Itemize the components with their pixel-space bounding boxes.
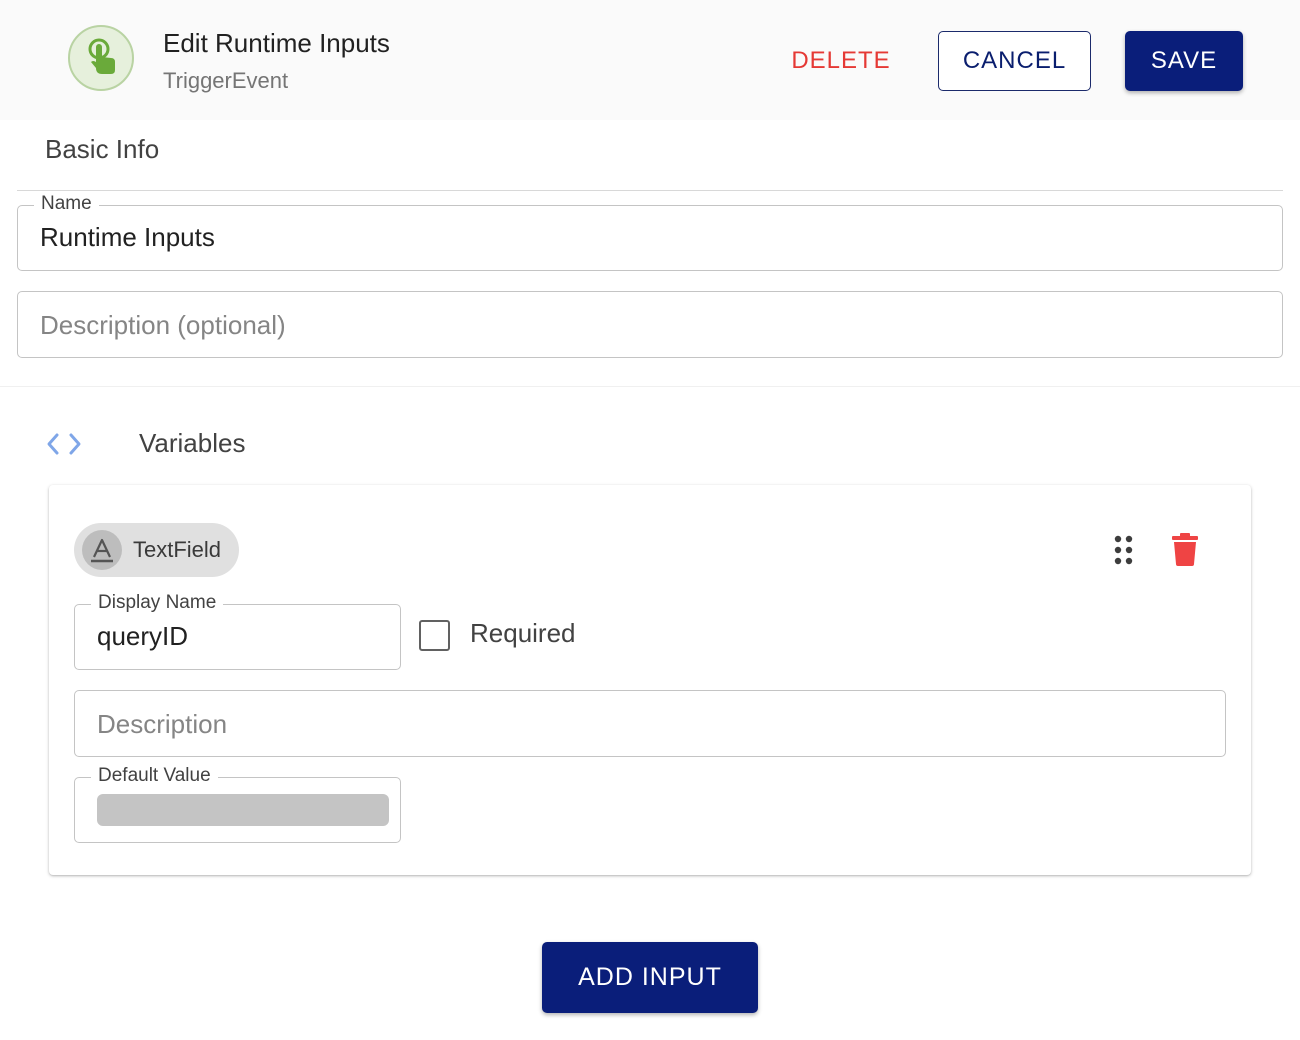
- display-name-label: Display Name: [91, 592, 224, 614]
- default-value-field[interactable]: Default Value: [74, 765, 401, 843]
- description-optional-field[interactable]: Description (optional): [17, 291, 1283, 358]
- cancel-button[interactable]: CANCEL: [938, 31, 1091, 91]
- name-field-value[interactable]: Runtime Inputs: [40, 222, 215, 253]
- description-optional-placeholder[interactable]: Description (optional): [40, 310, 286, 341]
- required-label[interactable]: Required: [470, 618, 576, 649]
- dialog-header: Edit Runtime Inputs TriggerEvent DELETE …: [0, 0, 1300, 120]
- required-checkbox[interactable]: [419, 620, 450, 651]
- text-format-icon: [82, 530, 122, 570]
- variable-description-field[interactable]: Description: [74, 690, 1226, 757]
- name-field[interactable]: Name Runtime Inputs: [17, 193, 1283, 271]
- code-icon: [45, 430, 85, 458]
- variable-card: TextField Display Name queryID Required …: [49, 485, 1251, 875]
- touch-app-icon: [68, 25, 134, 91]
- display-name-value[interactable]: queryID: [97, 621, 188, 652]
- variables-title: Variables: [139, 428, 246, 458]
- section-divider: [0, 386, 1300, 387]
- display-name-field[interactable]: Display Name queryID: [74, 592, 401, 670]
- type-chip-label: TextField: [133, 537, 222, 562]
- name-field-label: Name: [34, 193, 99, 215]
- dialog-subtitle: TriggerEvent: [163, 68, 289, 93]
- divider: [17, 190, 1283, 191]
- basic-info-title: Basic Info: [45, 134, 160, 164]
- redacted-value: [97, 794, 389, 826]
- trash-icon[interactable]: [1171, 532, 1199, 567]
- delete-button[interactable]: DELETE: [785, 36, 897, 86]
- type-chip[interactable]: TextField: [74, 523, 239, 577]
- save-button[interactable]: SAVE: [1125, 31, 1243, 91]
- default-value-label: Default Value: [91, 765, 218, 787]
- variable-description-placeholder[interactable]: Description: [97, 709, 227, 740]
- drag-handle-icon[interactable]: [1112, 533, 1136, 567]
- add-input-button[interactable]: ADD INPUT: [542, 942, 758, 1013]
- dialog-title: Edit Runtime Inputs: [163, 28, 390, 58]
